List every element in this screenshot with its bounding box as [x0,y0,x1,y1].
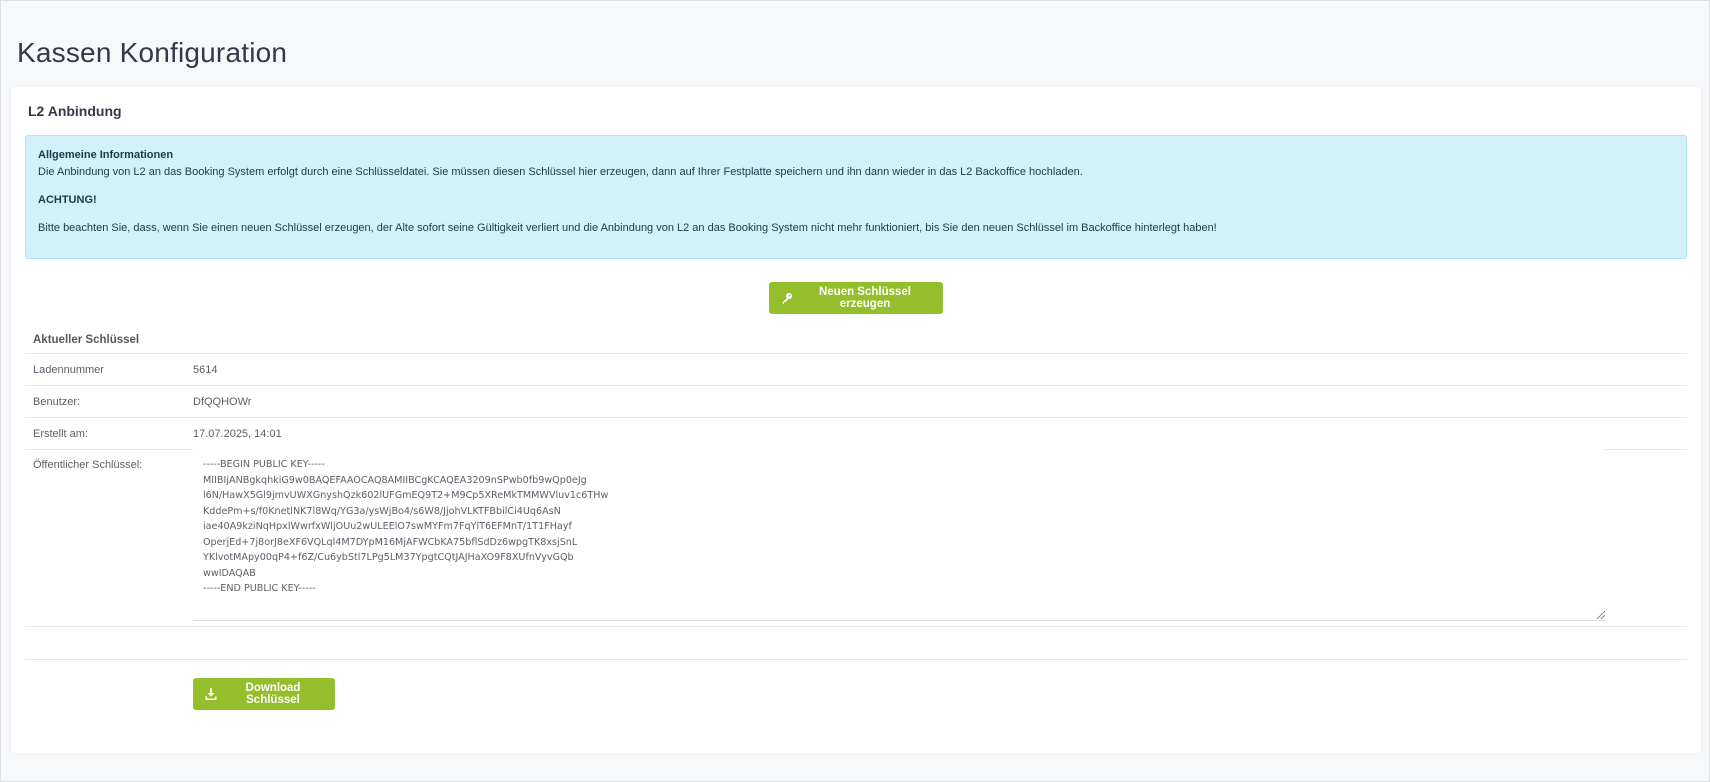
alert-info-text: Die Anbindung von L2 an das Booking Syst… [38,166,1083,178]
download-icon [205,688,217,700]
created-at-label: Erstellt am: [33,428,89,440]
download-key-button[interactable]: Download Schlüssel [193,678,335,710]
created-at-value: 17.07.2025, 14:01 [193,428,282,440]
alert-warning-text: Bitte beachten Sie, dass, wenn Sie einen… [38,222,1217,234]
row-divider [25,659,1687,660]
public-key-textarea[interactable]: -----BEGIN PUBLIC KEY----- MIIBIjANBgkqh… [193,449,1605,621]
page-title: Kassen Konfiguration [17,37,288,68]
app-frame: Kassen Konfiguration L2 Anbindung Allgem… [0,0,1710,782]
public-key-label: Öffentlicher Schlüssel: [33,459,143,471]
row-divider [25,417,1687,418]
download-key-label: Download Schlüssel [245,682,301,706]
alert-warning-title: ACHTUNG! [38,194,97,206]
resize-grip-icon[interactable] [1597,611,1605,619]
row-divider [25,626,1687,627]
alert-title: Allgemeine Informationen [38,149,174,161]
info-alert: Allgemeine Informationen Die Anbindung v… [25,135,1687,259]
current-key-heading: Aktueller Schlüssel [33,334,140,346]
card-title: L2 Anbindung [28,103,122,119]
generate-new-key-label: Neuen Schlüssel erzeugen [818,286,912,310]
store-number-value: 5614 [193,364,218,376]
generate-new-key-button[interactable]: Neuen Schlüssel erzeugen [769,282,943,314]
l2-connection-card: L2 Anbindung Allgemeine Informationen Di… [11,87,1701,753]
row-divider [25,353,1687,354]
user-label: Benutzer: [33,396,81,408]
store-number-label: Ladennummer [33,364,104,376]
key-icon [781,292,793,304]
user-value: DfQQHOWr [193,396,252,408]
row-divider [25,385,1687,386]
